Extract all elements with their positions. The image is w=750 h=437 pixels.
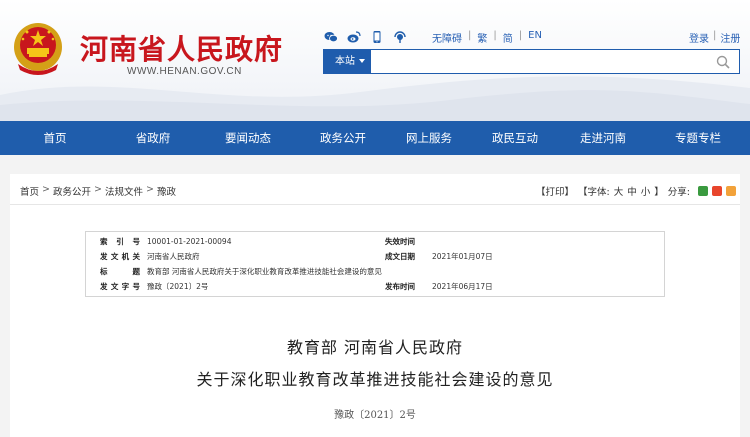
share-wechat-icon[interactable] xyxy=(697,186,708,196)
nav-item-special-topics[interactable]: 专题专栏 xyxy=(648,121,748,155)
wechat-icon[interactable] xyxy=(324,29,338,43)
issuer-label: 发文机关 xyxy=(100,252,140,261)
info-row: 标 题 教育部 河南省人民政府关于深化职业教育改革推进技能社会建设的意见 xyxy=(86,265,664,278)
traditional-chinese-link[interactable]: 繁 xyxy=(477,30,487,45)
login-link[interactable]: 登录 xyxy=(689,30,709,45)
article-tools: 【打印】 【字体: 大 中 小 】 分享: xyxy=(536,184,736,198)
national-emblem-icon xyxy=(14,23,62,75)
weibo-icon[interactable] xyxy=(347,29,361,43)
publish-date-value: 2021年06月17日 xyxy=(432,282,493,291)
document-title-line1: 教育部 河南省人民政府 xyxy=(286,338,464,357)
breadcrumb: 首页 > 政务公开 > 法规文件 > 豫政 xyxy=(20,184,176,198)
index-value: 10001-01-2021-00094 xyxy=(147,237,232,246)
account-links: 登录 | 注册 xyxy=(689,30,740,45)
main-nav: 首页 省政府 要闻动态 政务公开 网上服务 政民互动 走进河南 专题专栏 xyxy=(0,121,750,155)
info-row: 发文机关 河南省人民政府 成文日期 2021年01月07日 xyxy=(86,250,664,263)
top-links: 无障碍 | 繁 | 简 | EN xyxy=(432,30,542,45)
publish-date-label: 发布时间 xyxy=(385,282,415,291)
breadcrumb-item-home[interactable]: 首页 xyxy=(20,184,39,198)
font-large-button[interactable]: 大 xyxy=(614,184,624,198)
site-title[interactable]: 河南省人民政府 xyxy=(80,28,283,68)
print-button[interactable]: 【打印】 xyxy=(536,184,574,198)
share-icons xyxy=(697,186,736,196)
site-header: 河南省人民政府 WWW.HENAN.GOV.CN 无障碍 | 繁 | 简 | E… xyxy=(0,0,750,121)
font-size-label-end: 】 xyxy=(654,187,664,198)
share-label: 分享: xyxy=(667,187,690,198)
site-url: WWW.HENAN.GOV.CN xyxy=(127,66,242,77)
divider: | xyxy=(493,30,497,41)
breadcrumb-item-yuzheng[interactable]: 豫政 xyxy=(157,184,176,198)
share-weibo-icon[interactable] xyxy=(711,186,722,196)
social-links xyxy=(324,29,407,43)
search-scope-label: 本站 xyxy=(335,56,355,67)
accessibility-link[interactable]: 无障碍 xyxy=(432,30,462,45)
share-qzone-icon[interactable] xyxy=(725,186,736,196)
article-panel: 首页 > 政务公开 > 法规文件 > 豫政 【打印】 【字体: 大 中 小 】 … xyxy=(10,174,740,437)
font-medium-button[interactable]: 中 xyxy=(627,184,637,198)
document-info-table: 索 引 号 10001-01-2021-00094 失效时间 发文机关 河南省人… xyxy=(85,231,665,297)
title-label: 标 题 xyxy=(100,267,140,276)
divider xyxy=(10,204,740,205)
issuer-value: 河南省人民政府 xyxy=(147,252,200,261)
nav-item-about-henan[interactable]: 走进河南 xyxy=(558,121,648,155)
document-title-line2: 关于深化职业教育改革推进技能社会建设的意见 xyxy=(196,370,554,389)
caret-down-icon xyxy=(359,59,365,63)
title-value: 教育部 河南省人民政府关于深化职业教育改革推进技能社会建设的意见 xyxy=(147,267,382,276)
doc-number-value: 豫政〔2021〕2号 xyxy=(147,282,209,291)
search-bar: 本站 xyxy=(323,49,740,74)
index-label: 索 引 号 xyxy=(100,237,140,246)
expiry-label: 失效时间 xyxy=(385,237,415,246)
nav-item-government[interactable]: 省政府 xyxy=(110,121,196,155)
font-size-label: 【字体: xyxy=(578,187,610,198)
nav-item-home[interactable]: 首页 xyxy=(0,121,110,155)
breadcrumb-item-regulations[interactable]: 法规文件 xyxy=(105,184,143,198)
chevron-right-icon: > xyxy=(145,184,154,195)
nav-item-online-service[interactable]: 网上服务 xyxy=(386,121,472,155)
divider: | xyxy=(468,30,472,41)
divider: | xyxy=(713,30,717,41)
podcast-icon[interactable] xyxy=(393,29,407,43)
register-link[interactable]: 注册 xyxy=(720,30,740,45)
mobile-icon[interactable] xyxy=(370,29,384,43)
info-row: 发文字号 豫政〔2021〕2号 发布时间 2021年06月17日 xyxy=(86,280,664,293)
search-scope-dropdown[interactable]: 本站 xyxy=(324,50,371,73)
font-small-button[interactable]: 小 xyxy=(641,184,651,198)
simplified-chinese-link[interactable]: 简 xyxy=(503,30,513,45)
chevron-right-icon: > xyxy=(94,184,102,195)
english-link[interactable]: EN xyxy=(528,30,542,45)
nav-item-open-affairs[interactable]: 政务公开 xyxy=(300,121,386,155)
nav-item-interaction[interactable]: 政民互动 xyxy=(472,121,558,155)
nav-item-news[interactable]: 要闻动态 xyxy=(196,121,300,155)
written-date-label: 成文日期 xyxy=(385,252,415,261)
document-number: 豫政〔2021〕2号 xyxy=(334,410,416,421)
doc-number-label: 发文字号 xyxy=(100,282,140,291)
breadcrumb-item-open-affairs[interactable]: 政务公开 xyxy=(53,184,91,198)
search-input[interactable] xyxy=(372,50,712,73)
search-icon[interactable] xyxy=(715,54,731,70)
info-row: 索 引 号 10001-01-2021-00094 失效时间 xyxy=(86,235,664,248)
chevron-right-icon: > xyxy=(42,184,50,195)
divider: | xyxy=(518,30,523,41)
written-date-value: 2021年01月07日 xyxy=(432,252,493,261)
